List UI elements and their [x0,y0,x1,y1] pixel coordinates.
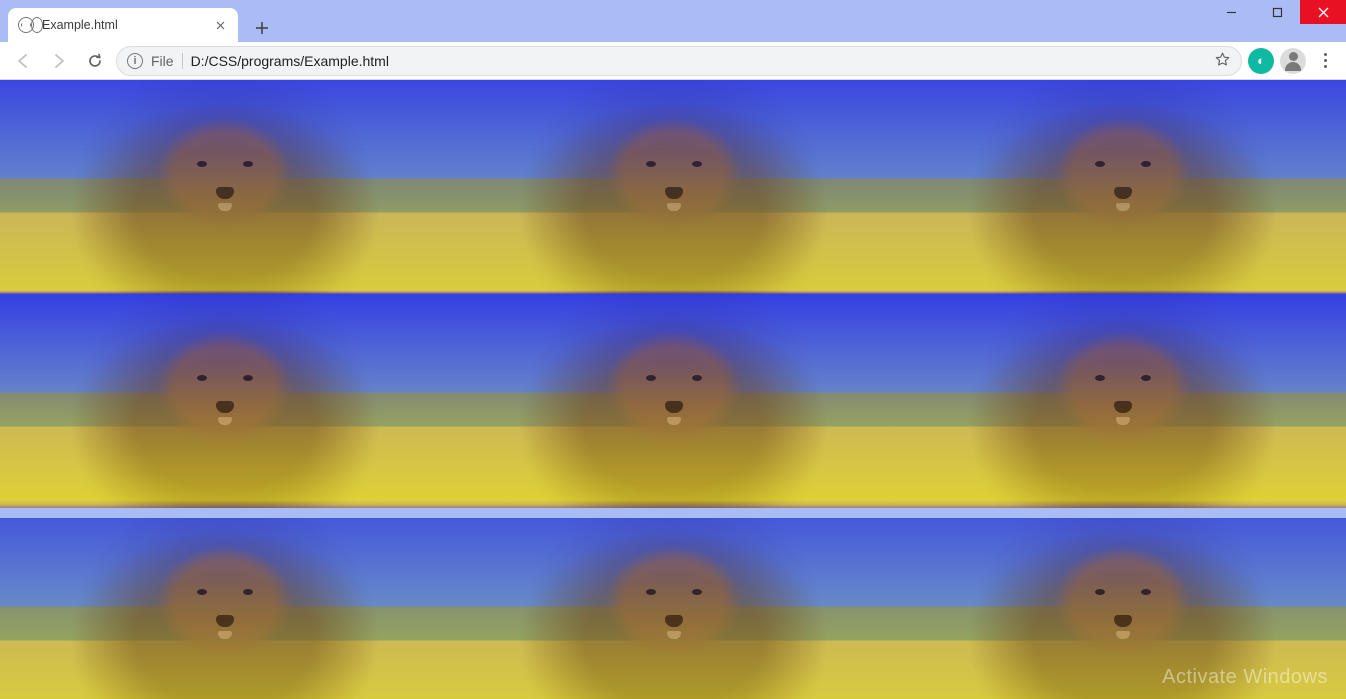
url-text: D:/CSS/programs/Example.html [191,53,389,69]
gradient-overlay [0,80,1346,699]
maximize-button[interactable] [1254,0,1300,24]
tab-title: Example.html [42,18,118,32]
forward-button[interactable] [44,46,74,76]
reload-button[interactable] [80,46,110,76]
tab-active[interactable]: Example.html [8,8,238,42]
new-tab-button[interactable] [248,14,276,42]
minimize-button[interactable] [1208,0,1254,24]
globe-icon [18,17,34,33]
menu-button[interactable] [1312,53,1338,68]
extension-badge[interactable]: ◐ [1248,48,1274,74]
tab-strip: Example.html [8,8,1206,42]
close-button[interactable] [1300,0,1346,24]
window-controls [1208,0,1346,24]
back-button[interactable] [8,46,38,76]
tab-close-icon[interactable] [212,17,228,33]
viewport: Activate Windows [0,80,1346,699]
bookmark-star-icon[interactable] [1214,51,1231,71]
separator [182,53,183,69]
titlebar [0,0,1346,8]
profile-avatar[interactable] [1280,48,1306,74]
tile-gap [0,508,1346,518]
page-body [0,80,1346,699]
address-bar[interactable]: i File D:/CSS/programs/Example.html [116,46,1242,76]
info-icon[interactable]: i [127,53,143,69]
url-scheme-label: File [151,53,174,69]
toolbar: i File D:/CSS/programs/Example.html ◐ [0,42,1346,80]
